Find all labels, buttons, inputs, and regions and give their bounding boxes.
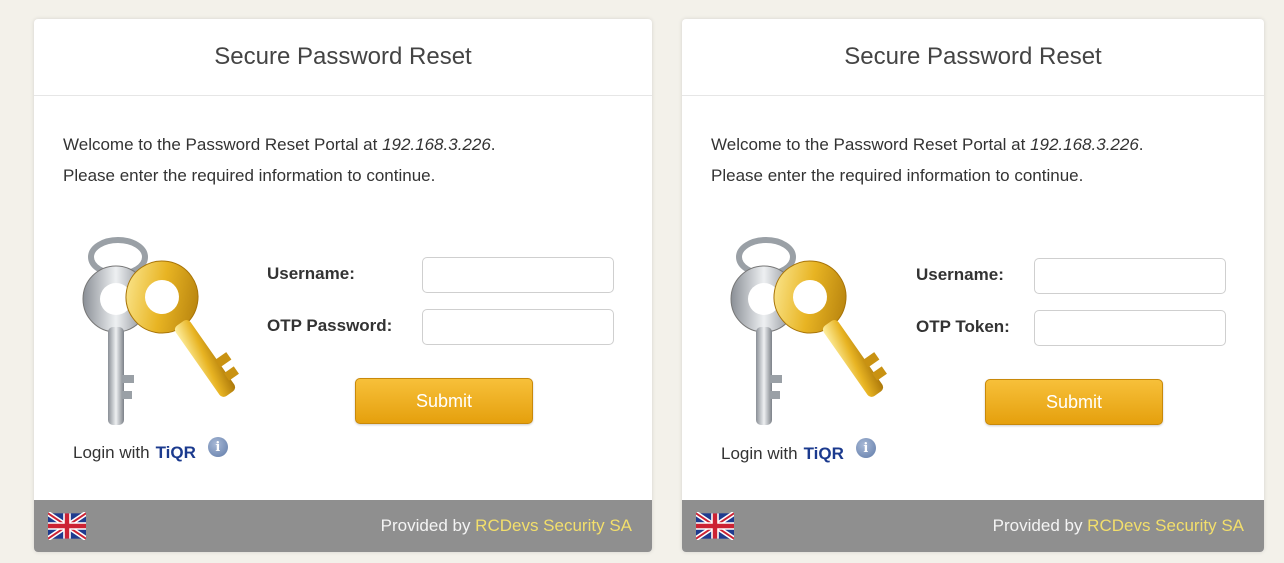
welcome-suffix: . [490, 135, 496, 154]
tiqr-link[interactable]: TiQR [804, 444, 844, 464]
panel-title: Secure Password Reset [34, 19, 652, 96]
provided-by-prefix: Provided by [992, 516, 1088, 535]
uk-flag-icon [48, 512, 86, 540]
language-selector[interactable] [48, 512, 86, 540]
login-with-text: Login with [721, 444, 798, 463]
provider-link[interactable]: RCDevs Security SA [475, 516, 632, 535]
password-reset-panel-left: Secure Password Reset Welcome to the Pas… [34, 19, 652, 552]
welcome-message: Welcome to the Password Reset Portal at … [711, 129, 1144, 191]
provided-by-prefix: Provided by [380, 516, 476, 535]
welcome-suffix: . [1138, 135, 1144, 154]
keys-icon [722, 229, 892, 439]
password-reset-panel-right: Secure Password Reset Welcome to the Pas… [682, 19, 1264, 552]
welcome-message: Welcome to the Password Reset Portal at … [63, 129, 496, 191]
panel-footer: Provided by RCDevs Security SA [682, 500, 1264, 552]
info-icon[interactable]: i [855, 438, 876, 458]
instructions-text: Please enter the required information to… [63, 166, 436, 185]
submit-button[interactable]: Submit [355, 378, 533, 424]
provider-link[interactable]: RCDevs Security SA [1087, 516, 1244, 535]
otp-password-input[interactable] [422, 309, 614, 345]
username-input[interactable] [1034, 258, 1226, 294]
username-row: Username: [916, 265, 1004, 285]
provided-by-text: Provided by RCDevs Security SA [381, 516, 632, 536]
otp-row: OTP Token: [916, 317, 1010, 337]
language-selector[interactable] [696, 512, 734, 540]
portal-ip: 192.168.3.226 [1030, 135, 1139, 154]
otp-token-label: OTP Token: [916, 317, 1010, 336]
submit-button[interactable]: Submit [985, 379, 1163, 425]
otp-password-label: OTP Password: [267, 316, 393, 335]
username-row: Username: [267, 264, 355, 284]
username-input[interactable] [422, 257, 614, 293]
portal-ip: 192.168.3.226 [382, 135, 491, 154]
tiqr-login-line: Login with TiQR i [73, 437, 228, 463]
panel-title: Secure Password Reset [682, 19, 1264, 96]
tiqr-login-line: Login with TiQR i [721, 438, 876, 464]
login-with-text: Login with [73, 443, 150, 462]
info-icon[interactable]: i [207, 437, 228, 457]
otp-row: OTP Password: [267, 316, 392, 336]
username-label: Username: [916, 265, 1004, 284]
username-label: Username: [267, 264, 355, 283]
tiqr-link[interactable]: TiQR [156, 443, 196, 463]
keys-icon [74, 229, 244, 439]
provided-by-text: Provided by RCDevs Security SA [993, 516, 1244, 536]
instructions-text: Please enter the required information to… [711, 166, 1084, 185]
welcome-prefix: Welcome to the Password Reset Portal at [63, 135, 383, 154]
welcome-prefix: Welcome to the Password Reset Portal at [711, 135, 1031, 154]
otp-token-input[interactable] [1034, 310, 1226, 346]
uk-flag-icon [696, 512, 734, 540]
panel-footer: Provided by RCDevs Security SA [34, 500, 652, 552]
